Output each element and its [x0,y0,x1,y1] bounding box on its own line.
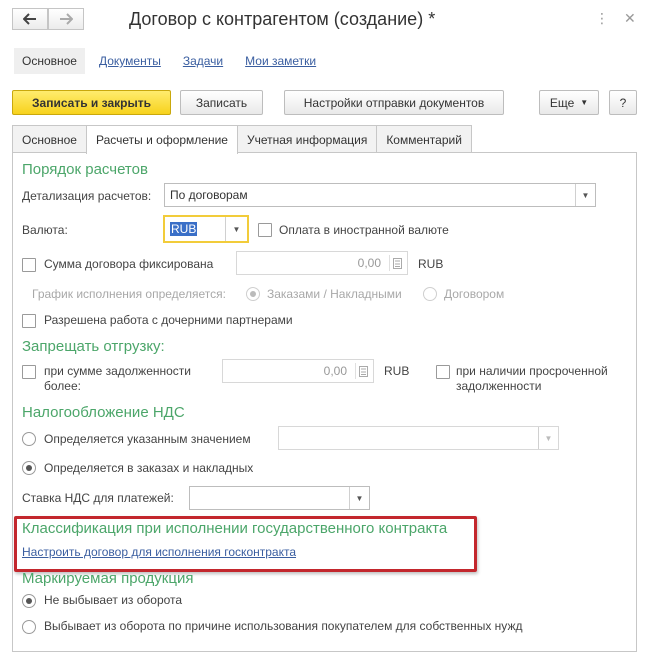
gov-contract-setup-link[interactable]: Настроить договор для исполнения госконт… [22,545,296,559]
command-bar: Записать и закрыть Записать Настройки от… [12,90,642,116]
debt-limit-checkbox[interactable] [22,365,36,379]
foreign-currency-checkbox[interactable] [258,223,272,237]
marking-not-removed-label: Не выбывает из оборота [44,593,183,607]
more-actions-icon[interactable]: ⋮ [595,10,609,27]
tab-main[interactable]: Основное [12,125,87,153]
subsidiaries-label: Разрешена работа с дочерними партнерами [44,313,293,327]
forward-button[interactable] [48,8,84,30]
chevron-down-icon: ▼ [580,98,589,107]
currency-label: Валюта: [22,223,68,237]
marking-not-removed-radio[interactable] [22,594,36,608]
schedule-label: График исполнения определяется: [32,287,226,301]
chevron-down-icon[interactable]: ▼ [225,217,247,241]
overdue-debt-label-line2: задолженности [456,379,542,393]
vat-orders-radio[interactable] [22,461,36,475]
save-and-close-button[interactable]: Записать и закрыть [12,90,171,115]
send-settings-button[interactable]: Настройки отправки документов [284,90,504,115]
vat-rate-select[interactable]: ▼ [189,486,370,510]
nav-link-notes[interactable]: Мои заметки [237,48,324,74]
detail-value: По договорам [170,188,248,202]
arrow-right-icon [60,13,73,25]
schedule-contract-radio[interactable] [423,287,437,301]
marking-removed-label: Выбывает из оборота по причине использов… [44,619,523,633]
save-button[interactable]: Записать [180,90,263,115]
overdue-debt-label-line1: при наличии просроченной [456,364,608,378]
detail-label: Детализация расчетов: [22,189,152,203]
currency-value: RUB [170,222,198,236]
nav-link-documents[interactable]: Документы [91,48,169,74]
tab-settlements[interactable]: Расчеты и оформление [85,125,238,154]
overdue-debt-checkbox[interactable] [436,365,450,379]
fixed-sum-value: 0,00 [357,256,381,270]
title-bar: Договор с контрагентом (создание) * ⋮ ✕ [0,0,655,40]
debt-limit-label-line1: при сумме задолженности [44,364,191,378]
nav-link-tasks[interactable]: Задачи [175,48,231,74]
fixed-sum-label: Сумма договора фиксирована [44,257,214,271]
fixed-sum-currency: RUB [418,257,444,271]
vat-specified-label: Определяется указанным значением [44,432,251,446]
fixed-sum-checkbox[interactable] [22,258,36,272]
vat-orders-label: Определяется в заказах и накладных [44,461,254,475]
schedule-orders-label: Заказами / Накладными [267,287,402,301]
contract-window: Договор с контрагентом (создание) * ⋮ ✕ … [0,0,655,662]
gov-contract-section-title: Классификация при исполнении государстве… [22,520,448,537]
shipment-ban-section-title: Запрещать отгрузку: [22,338,165,355]
close-icon[interactable]: ✕ [624,10,636,27]
schedule-contract-label: Договором [444,287,505,301]
vat-rate-label: Ставка НДС для платежей: [22,491,174,505]
calculator-icon[interactable] [355,363,371,379]
debt-limit-currency: RUB [384,364,410,378]
nav-link-main[interactable]: Основное [14,48,85,74]
fixed-sum-field[interactable]: 0,00 [236,251,408,275]
subsidiaries-checkbox[interactable] [22,314,36,328]
settlement-section-title: Порядок расчетов [22,161,148,178]
chevron-down-icon[interactable]: ▼ [538,427,558,449]
form-navigation: Основное Документы Задачи Мои заметки [14,46,330,76]
debt-limit-field[interactable]: 0,00 [222,359,374,383]
detail-select[interactable]: По договорам ▼ [164,183,596,207]
back-button[interactable] [12,8,48,30]
chevron-down-icon[interactable]: ▼ [349,487,369,509]
vat-value-select[interactable]: ▼ [278,426,559,450]
calculator-icon[interactable] [389,255,405,271]
more-button[interactable]: Еще ▼ [539,90,599,115]
schedule-orders-radio[interactable] [246,287,260,301]
marking-section-title: Маркируемая продукция [22,570,194,587]
debt-limit-label-line2: более: [44,379,81,393]
chevron-down-icon[interactable]: ▼ [575,184,595,206]
tab-comment[interactable]: Комментарий [376,125,472,153]
arrow-left-icon [23,13,36,25]
vat-section-title: Налогообложение НДС [22,404,185,421]
marking-removed-radio[interactable] [22,620,36,634]
vat-specified-radio[interactable] [22,432,36,446]
debt-limit-value: 0,00 [323,364,347,378]
help-button[interactable]: ? [609,90,637,115]
currency-field[interactable]: RUB ▼ [163,215,249,243]
more-button-label: Еще [549,95,575,110]
window-title: Договор с контрагентом (создание) * [129,9,436,29]
tab-accounting[interactable]: Учетная информация [236,125,378,153]
form-tabs: Основное Расчеты и оформление Учетная ин… [12,125,472,154]
foreign-currency-label: Оплата в иностранной валюте [279,223,449,237]
